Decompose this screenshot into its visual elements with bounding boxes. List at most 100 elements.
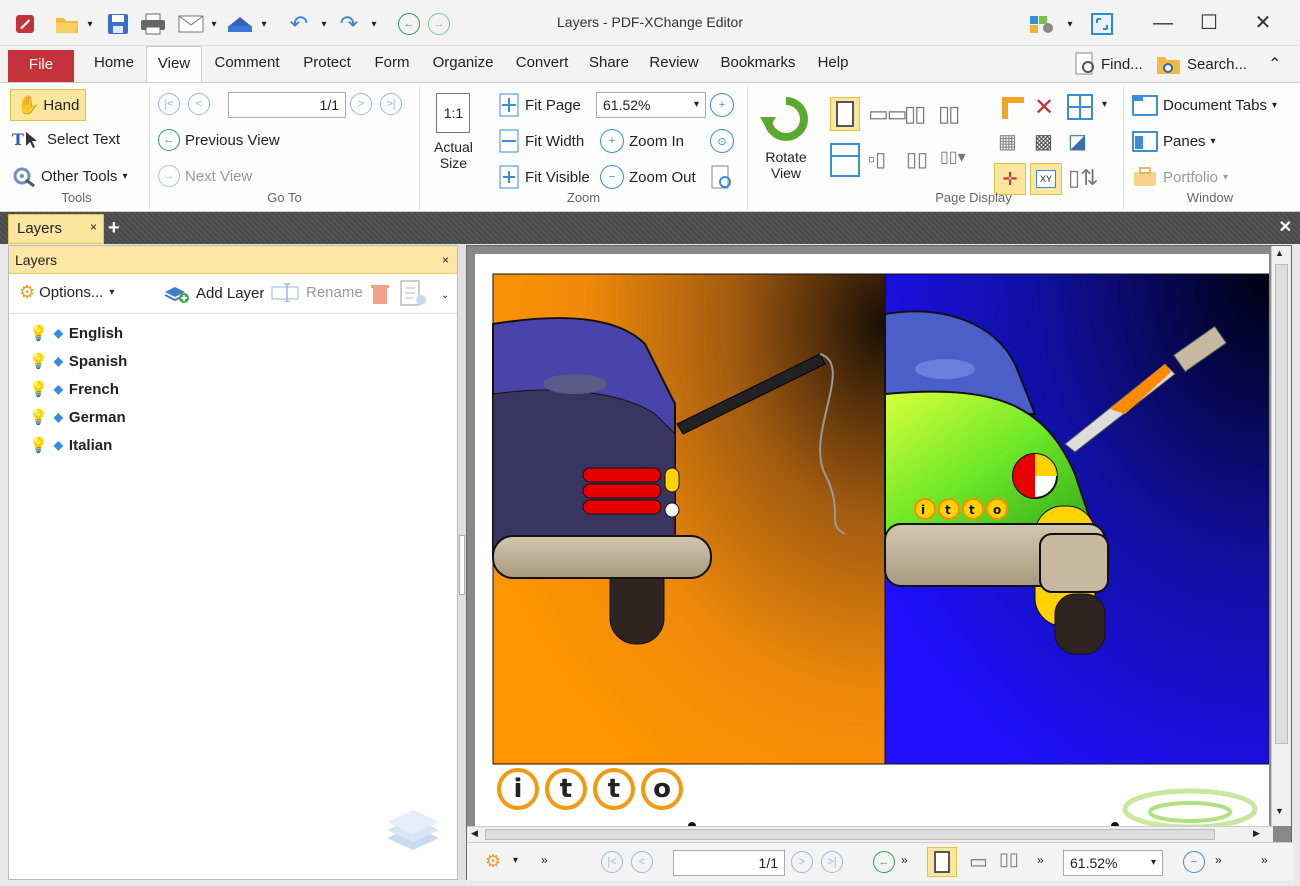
other-tools-button[interactable]: Other Tools ▾ (12, 165, 127, 187)
two-page-icon[interactable]: ▯▯ (904, 101, 926, 127)
status-nav-overflow-icon[interactable]: » (901, 853, 908, 867)
ui-options-icon[interactable] (1026, 11, 1060, 37)
pane-splitter[interactable] (458, 245, 466, 880)
scroll-right-icon[interactable]: ▶ (1253, 828, 1260, 839)
tab-help[interactable]: Help (810, 46, 856, 82)
split-view-button[interactable] (830, 143, 860, 177)
next-view-button[interactable]: → Next View (158, 165, 252, 187)
fit-width-button[interactable]: Fit Width (498, 129, 584, 153)
grid-icon[interactable] (1066, 93, 1096, 121)
layers-pane-close-icon[interactable]: × (442, 246, 449, 274)
status-two-page-icon[interactable]: ▯▯ (999, 849, 1019, 870)
status-overflow-icon[interactable]: » (541, 853, 548, 867)
search-button[interactable]: Search... (1156, 52, 1247, 76)
fullscreen-icon[interactable] (1088, 11, 1116, 37)
actual-size-button[interactable]: 1:1 Actual Size (434, 93, 473, 171)
horizontal-scroll-thumb[interactable] (485, 829, 1215, 840)
tab-home[interactable]: Home (86, 46, 142, 82)
status-options-icon[interactable]: ⚙ (485, 851, 501, 872)
previous-view-button[interactable]: ← Previous View (158, 129, 280, 151)
splitter-grip[interactable] (459, 535, 465, 595)
page-layout-icon[interactable]: ▯▯ (906, 147, 928, 172)
next-page-button[interactable]: > (350, 93, 377, 115)
collapse-ribbon-icon[interactable]: ⌃ (1268, 54, 1281, 74)
portfolio-button[interactable]: Portfolio ▾ (1132, 165, 1228, 189)
tab-organize[interactable]: Organize (426, 46, 500, 82)
zoom-in-button[interactable]: + Zoom In (600, 129, 684, 153)
single-page-button[interactable] (830, 97, 860, 131)
fit-page-button[interactable]: Fit Page (498, 93, 581, 117)
toolbar-overflow-icon[interactable]: ⌄ (441, 290, 449, 301)
minimize-button[interactable]: — (1140, 8, 1186, 38)
continuous-page-icon[interactable]: ▭▭ (868, 101, 908, 127)
tab-review[interactable]: Review (644, 46, 704, 82)
visibility-bulb-icon[interactable]: 💡 (29, 436, 48, 454)
layer-item[interactable]: 💡 ◆ German (29, 408, 126, 427)
color-icon[interactable]: ◪ (1068, 129, 1087, 154)
fit-visible-button[interactable]: Fit Visible (498, 165, 590, 189)
visibility-bulb-icon[interactable]: 💡 (29, 408, 48, 426)
checkerboard-icon[interactable]: ▩ (1034, 129, 1053, 154)
scroll-up-icon[interactable]: ▲ (1275, 248, 1284, 258)
prev-page-button[interactable]: < (188, 93, 215, 115)
zoom-level-select[interactable]: 61.52% ▾ (596, 92, 706, 118)
status-display-overflow-icon[interactable]: » (1037, 853, 1044, 867)
status-prev-page-button[interactable]: < (631, 851, 658, 873)
status-next-page-button[interactable]: > (791, 851, 818, 873)
status-last-page-button[interactable]: >| (821, 851, 848, 873)
visibility-bulb-icon[interactable]: 💡 (29, 324, 48, 342)
two-page-continuous-icon[interactable]: ▯▯ (938, 101, 960, 127)
delete-layer-icon[interactable] (369, 282, 391, 306)
layer-properties-icon[interactable] (399, 280, 429, 308)
scroll-down-icon[interactable]: ▼ (1275, 806, 1284, 816)
status-zoom-select[interactable]: 61.52% ▾ (1063, 850, 1163, 876)
scroll-left-icon[interactable]: ◀ (471, 828, 478, 839)
layer-item[interactable]: 💡 ◆ Italian (29, 436, 112, 455)
vertical-scrollbar[interactable]: ▲ ▼ (1271, 246, 1291, 826)
status-single-page-button[interactable] (927, 847, 957, 877)
tab-comment[interactable]: Comment (206, 46, 288, 82)
rotate-view-button[interactable]: Rotate View (758, 93, 814, 181)
tab-protect[interactable]: Protect (296, 46, 358, 82)
options-button[interactable]: ⚙ Options... ▾ (19, 282, 114, 303)
layer-item[interactable]: 💡 ◆ French (29, 380, 119, 399)
tab-file[interactable]: File (8, 50, 74, 82)
crop-marks-icon[interactable] (998, 93, 1028, 123)
layer-item[interactable]: 💡 ◆ Spanish (29, 352, 127, 371)
hand-tool-button[interactable]: ✋ Hand (10, 89, 87, 121)
ui-options-dropdown-icon[interactable]: ▾ (1064, 11, 1076, 37)
transparency-grid-icon[interactable]: ▦ (998, 129, 1017, 154)
last-page-button[interactable]: >| (380, 93, 407, 115)
maximize-button[interactable]: ☐ (1186, 8, 1232, 38)
page-number-input[interactable]: 1/1 (228, 92, 346, 118)
horizontal-scrollbar[interactable]: ◀ ▶ (467, 826, 1273, 842)
document-tabs-button[interactable]: Document Tabs ▾ (1132, 93, 1277, 117)
status-end-overflow-icon[interactable]: » (1261, 853, 1268, 867)
status-zoom-overflow-icon[interactable]: » (1215, 853, 1222, 867)
cover-page-icon[interactable]: ▫▯ (868, 147, 886, 172)
tab-view[interactable]: View (146, 46, 202, 83)
status-page-input[interactable]: 1/1 (673, 850, 785, 876)
visibility-bulb-icon[interactable]: 💡 (29, 380, 48, 398)
new-tab-icon[interactable]: + (108, 216, 120, 240)
status-continuous-icon[interactable]: ▭ (969, 849, 988, 874)
status-zoom-out-button[interactable]: − (1183, 851, 1210, 873)
close-all-tabs-icon[interactable]: ✕ (1279, 216, 1292, 240)
status-back-button[interactable]: ← (873, 851, 900, 873)
grid-dropdown-icon[interactable]: ▾ (1102, 99, 1107, 110)
layer-item[interactable]: 💡 ◆ English (29, 324, 123, 343)
document-tab-close-icon[interactable]: × (90, 213, 97, 241)
tab-form[interactable]: Form (366, 46, 418, 82)
first-page-button[interactable]: |< (158, 93, 185, 115)
find-button[interactable]: Find... (1074, 52, 1143, 76)
status-options-dropdown-icon[interactable]: ▾ (513, 855, 518, 866)
rulers-icon[interactable]: ▯⇅ (1068, 165, 1099, 191)
page-spacing-icon[interactable]: ▯▯▾ (940, 147, 966, 167)
zoom-out-button[interactable]: − Zoom Out (600, 165, 696, 189)
tab-share[interactable]: Share (582, 46, 636, 82)
document-tab-layers[interactable]: Layers × (8, 214, 104, 244)
hide-annotations-icon[interactable]: ✕ (1034, 93, 1054, 122)
close-button[interactable]: ✕ (1240, 8, 1286, 38)
visibility-bulb-icon[interactable]: 💡 (29, 352, 48, 370)
status-first-page-button[interactable]: |< (601, 851, 628, 873)
